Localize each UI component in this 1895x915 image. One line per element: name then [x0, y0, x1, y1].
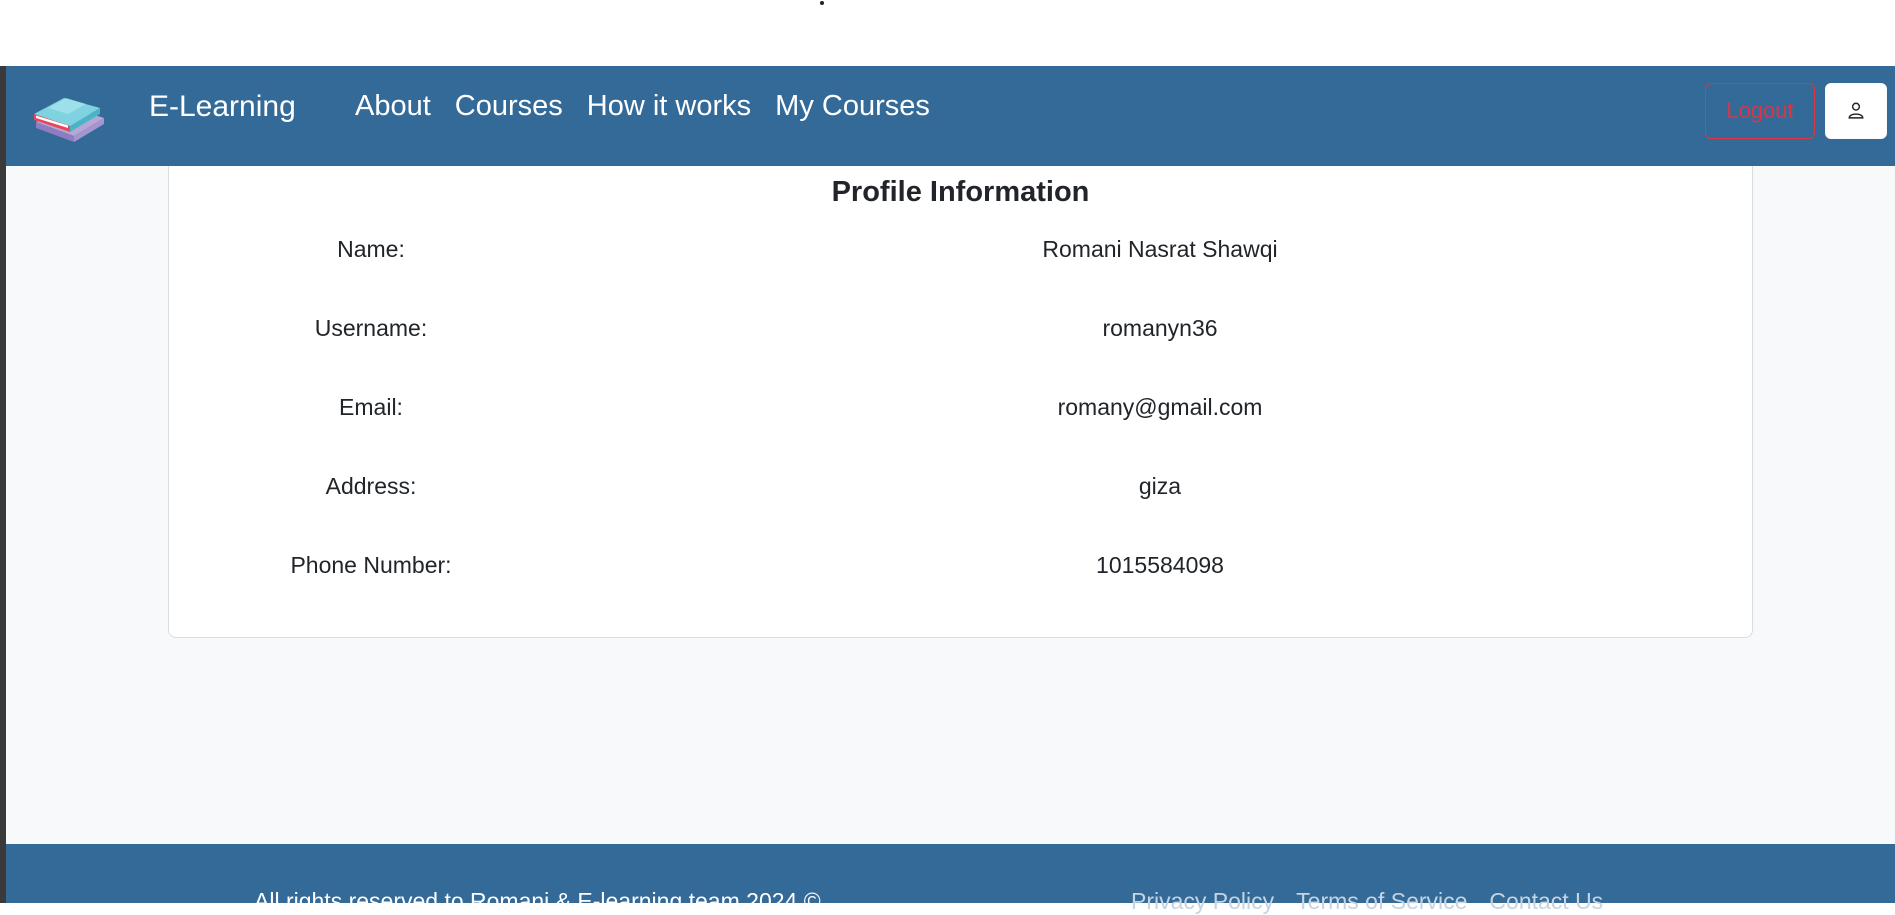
- phone-value: 1015584098: [1096, 552, 1224, 578]
- phone-label: Phone Number:: [290, 552, 452, 578]
- brand-name[interactable]: E-Learning: [149, 90, 296, 124]
- profile-row-address: Address: giza: [169, 473, 1752, 513]
- browser-top-strip: [0, 0, 1895, 66]
- footer-link-privacy[interactable]: Privacy Policy: [1131, 888, 1274, 915]
- profile-row-name: Name: Romani Nasrat Shawqi: [169, 236, 1752, 276]
- email-label: Email:: [339, 394, 403, 420]
- footer-links: Privacy Policy Terms of Service Contact …: [1131, 888, 1603, 915]
- footer-link-terms[interactable]: Terms of Service: [1296, 888, 1467, 915]
- email-value: romany@gmail.com: [1057, 394, 1263, 420]
- profile-row-phone: Phone Number: 1015584098: [169, 552, 1752, 592]
- address-value: giza: [1138, 473, 1182, 499]
- username-value: romanyn36: [1102, 315, 1218, 341]
- profile-row-username: Username: romanyn36: [169, 315, 1752, 355]
- profile-card: Profile Information Name: Romani Nasrat …: [168, 166, 1753, 638]
- nav-link-about[interactable]: About: [355, 90, 431, 123]
- name-value: Romani Nasrat Shawqi: [1042, 236, 1278, 262]
- profile-title: Profile Information: [831, 176, 1090, 208]
- books-icon[interactable]: [30, 84, 106, 146]
- navbar: E-Learning About Courses How it works My…: [6, 66, 1895, 166]
- logout-button[interactable]: Logout: [1705, 83, 1815, 139]
- nav-link-how-it-works[interactable]: How it works: [587, 90, 751, 123]
- footer-copyright: All rights reserved to Romani & E-learni…: [254, 888, 821, 914]
- main-nav: About Courses How it works My Courses: [355, 90, 930, 123]
- footer-link-contact[interactable]: Contact Us: [1489, 888, 1603, 915]
- user-icon: [1847, 101, 1865, 122]
- nav-link-courses[interactable]: Courses: [455, 90, 563, 123]
- name-label: Name:: [337, 236, 405, 262]
- profile-row-email: Email: romany@gmail.com: [169, 394, 1752, 434]
- address-label: Address:: [325, 473, 417, 499]
- nav-link-my-courses[interactable]: My Courses: [775, 90, 930, 123]
- username-label: Username:: [314, 315, 428, 341]
- page: E-Learning About Courses How it works My…: [6, 66, 1895, 914]
- user-menu-button[interactable]: [1825, 83, 1887, 139]
- cursor-dot: [820, 1, 824, 5]
- footer: All rights reserved to Romani & E-learni…: [6, 844, 1895, 914]
